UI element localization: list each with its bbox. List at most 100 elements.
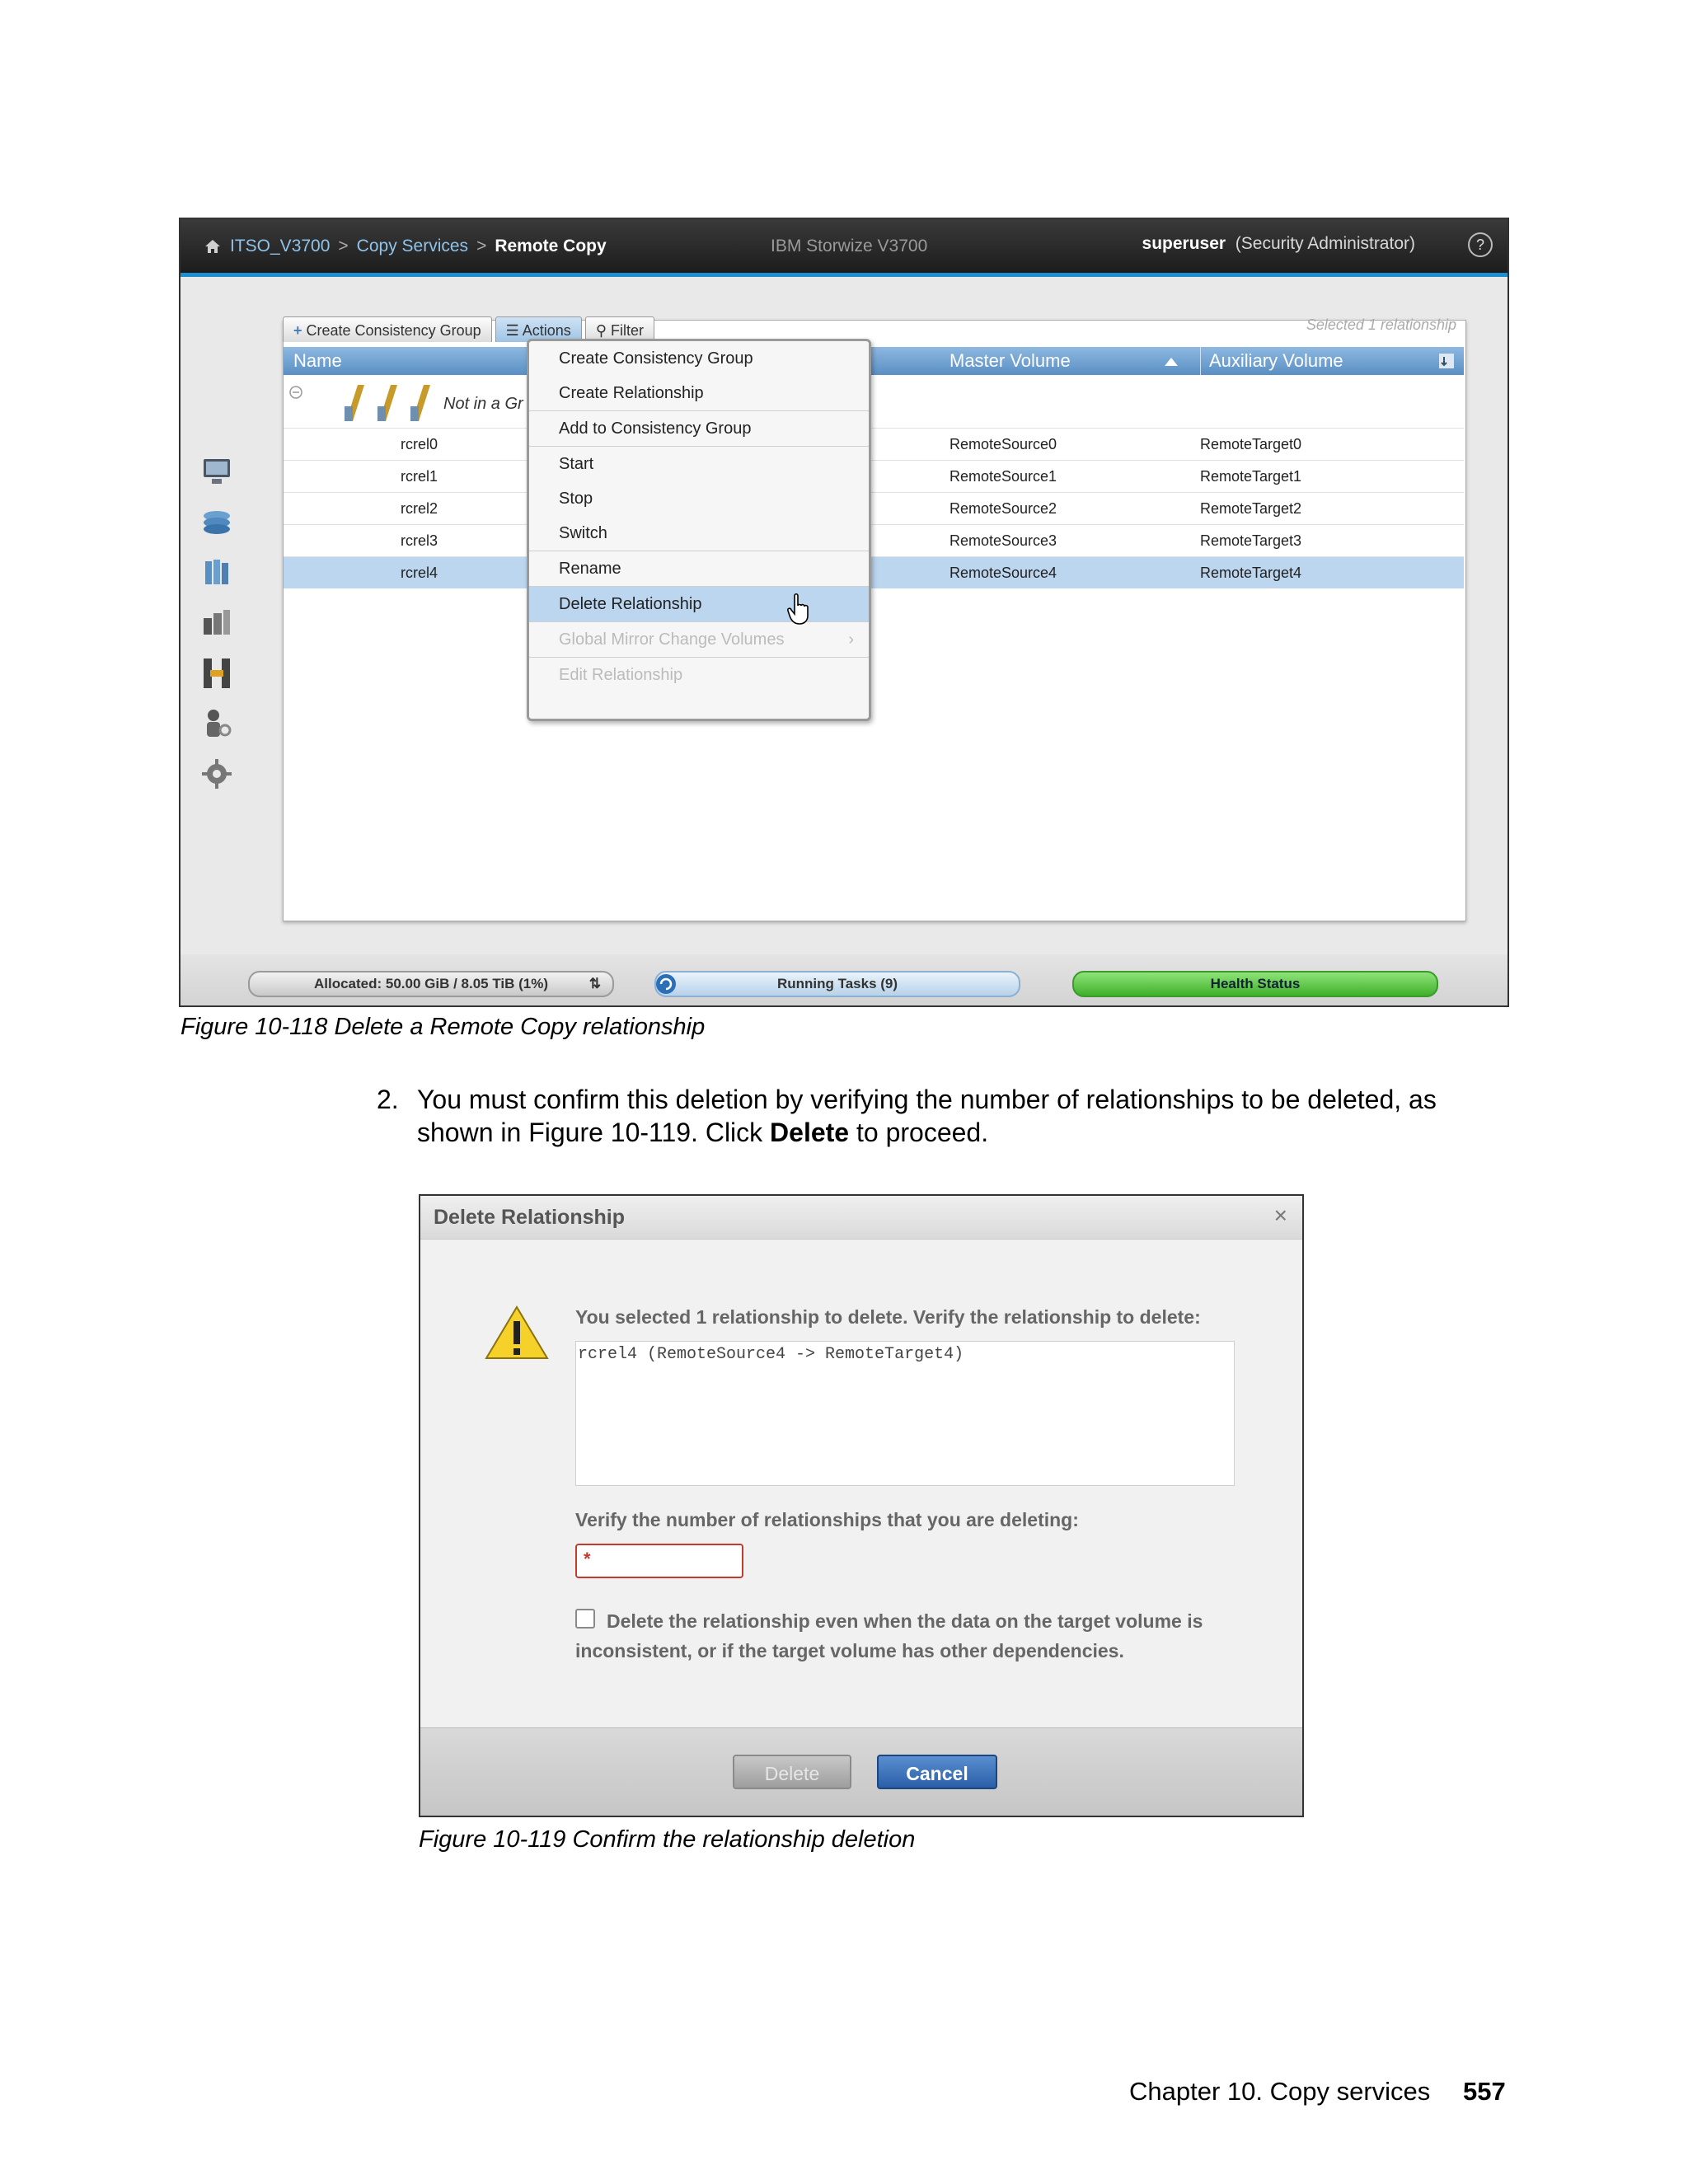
menu-create-consistency-group[interactable]: Create Consistency Group xyxy=(529,341,869,376)
row-master: RemoteSource3 xyxy=(950,532,1057,549)
allocated-text: Allocated: 50.00 GiB / 8.05 TiB (1%) xyxy=(313,976,549,991)
column-name[interactable]: Name xyxy=(293,350,342,372)
create-consistency-group-button[interactable]: + Create Consistency Group xyxy=(283,316,492,342)
collapse-icon[interactable] xyxy=(288,385,303,400)
relationship-list-item: rcrel4 (RemoteSource4 -> RemoteTarget4) xyxy=(578,1345,964,1364)
relationship-list: rcrel4 (RemoteSource4 -> RemoteTarget4) xyxy=(575,1341,1235,1486)
menu-create-relationship[interactable]: Create Relationship xyxy=(529,376,869,410)
search-icon: ⚲ xyxy=(595,322,611,339)
figure-caption: Figure 10-118 Delete a Remote Copy relat… xyxy=(181,1014,706,1040)
breadcrumb: ITSO_V3700 > Copy Services > Remote Copy xyxy=(204,237,607,256)
actions-menu: Create Consistency Group Create Relation… xyxy=(527,339,871,721)
row-name: rcrel1 xyxy=(401,468,438,485)
plus-icon: + xyxy=(293,322,307,339)
row-name: rcrel0 xyxy=(401,436,438,452)
running-tasks-status[interactable]: Running Tasks (9) xyxy=(654,971,1020,997)
user-info[interactable]: superuser (Security Administrator) xyxy=(1142,234,1415,254)
table-header: Name Master Volume Auxiliary Volume xyxy=(284,347,1464,375)
row-master: RemoteSource4 xyxy=(950,565,1057,581)
row-name: rcrel2 xyxy=(401,500,438,517)
row-aux: RemoteTarget0 xyxy=(1200,436,1302,452)
required-marker: * xyxy=(584,1549,591,1569)
column-master-volume[interactable]: Master Volume xyxy=(950,350,1071,372)
navigation-sidebar xyxy=(199,454,248,806)
row-master: RemoteSource0 xyxy=(950,436,1057,452)
table-row-selected[interactable]: rcrel4 RemoteSource4 RemoteTarget4 xyxy=(284,556,1464,588)
refresh-icon xyxy=(656,974,676,994)
delete-relationship-dialog: Delete Relationship × You selected 1 rel… xyxy=(419,1194,1304,1817)
menu-edit-relationship[interactable]: Edit Relationship xyxy=(529,657,869,692)
access-icon[interactable] xyxy=(199,705,235,742)
force-delete-label: Delete the relationship even when the da… xyxy=(575,1610,1203,1661)
top-bar: ITSO_V3700 > Copy Services > Remote Copy… xyxy=(181,219,1507,277)
monitoring-icon[interactable] xyxy=(199,454,235,490)
column-picker-icon[interactable] xyxy=(1437,352,1456,370)
submenu-arrow-icon: › xyxy=(848,630,854,649)
remote-copy-screenshot: ITSO_V3700 > Copy Services > Remote Copy… xyxy=(179,218,1509,1007)
filter-label: Filter xyxy=(611,322,644,339)
menu-global-mirror-change-volumes[interactable]: Global Mirror Change Volumes › xyxy=(529,621,869,657)
menu-switch[interactable]: Switch xyxy=(529,516,869,551)
consistency-group-row[interactable]: Not in a Gr xyxy=(284,377,1464,428)
table-row[interactable]: rcrel1 RemoteSource1 RemoteTarget1 xyxy=(284,460,1464,492)
dialog-title: Delete Relationship xyxy=(434,1206,625,1229)
breadcrumb-separator: > xyxy=(476,237,487,255)
user-role: (Security Administrator) xyxy=(1235,234,1415,253)
home-icon[interactable] xyxy=(204,238,222,255)
allocated-status[interactable]: Allocated: 50.00 GiB / 8.05 TiB (1%) ⇅ xyxy=(248,971,614,997)
row-aux: RemoteTarget1 xyxy=(1200,468,1302,485)
group-label: Not in a Gr xyxy=(443,395,523,413)
toggle-arrows-icon: ⇅ xyxy=(588,976,601,991)
pools-icon[interactable] xyxy=(199,504,235,541)
copy-services-icon[interactable] xyxy=(199,655,235,691)
settings-icon[interactable] xyxy=(199,756,235,792)
table-row[interactable]: rcrel3 RemoteSource3 RemoteTarget3 xyxy=(284,524,1464,556)
menu-global-mirror-label: Global Mirror Change Volumes xyxy=(559,630,785,649)
breadcrumb-current: Remote Copy xyxy=(495,237,607,255)
hosts-icon[interactable] xyxy=(199,605,235,641)
help-icon[interactable]: ? xyxy=(1468,232,1493,257)
force-delete-checkbox[interactable] xyxy=(575,1609,595,1629)
relationship-table: rcrel0 RemoteSource0 RemoteTarget0 rcrel… xyxy=(284,428,1464,588)
selection-count: Selected 1 relationship xyxy=(1306,316,1456,333)
menu-delete-relationship[interactable]: Delete Relationship xyxy=(529,586,869,621)
row-aux: RemoteTarget2 xyxy=(1200,500,1302,517)
row-name: rcrel4 xyxy=(401,565,438,581)
product-name: IBM Storwize V3700 xyxy=(771,237,928,255)
close-icon[interactable]: × xyxy=(1274,1202,1287,1229)
delete-button[interactable]: Delete xyxy=(733,1755,851,1789)
running-tasks-text: Running Tasks (9) xyxy=(776,976,898,991)
row-name: rcrel3 xyxy=(401,532,438,549)
breadcrumb-separator: > xyxy=(338,237,349,255)
relationship-group-icon xyxy=(345,385,430,421)
actions-label: Actions xyxy=(522,322,571,339)
page-number: 557 xyxy=(1463,2077,1506,2106)
figure-caption: Figure 10-119 Confirm the relationship d… xyxy=(419,1826,916,1853)
table-row[interactable]: rcrel0 RemoteSource0 RemoteTarget0 xyxy=(284,428,1464,460)
step-text-bold: Delete xyxy=(770,1118,850,1147)
volumes-icon[interactable] xyxy=(199,555,235,591)
menu-rename[interactable]: Rename xyxy=(529,551,869,586)
sort-ascending-icon[interactable] xyxy=(1164,357,1179,367)
hand-cursor-icon xyxy=(787,593,809,625)
table-row[interactable]: rcrel2 RemoteSource2 RemoteTarget2 xyxy=(284,492,1464,524)
chapter-footer: Chapter 10. Copy services xyxy=(1129,2077,1431,2106)
verify-count-input[interactable]: * xyxy=(575,1544,743,1578)
row-master: RemoteSource1 xyxy=(950,468,1057,485)
dialog-title-bar: Delete Relationship × xyxy=(420,1196,1302,1240)
dialog-footer: Delete Cancel xyxy=(420,1727,1302,1816)
menu-add-to-consistency-group[interactable]: Add to Consistency Group xyxy=(529,410,869,446)
create-consistency-group-label: Create Consistency Group xyxy=(306,322,481,339)
health-status[interactable]: Health Status xyxy=(1072,971,1438,997)
step-number: 2. xyxy=(377,1085,399,1114)
cancel-button[interactable]: Cancel xyxy=(877,1755,997,1789)
list-icon: ☰ xyxy=(505,322,523,339)
menu-stop[interactable]: Stop xyxy=(529,481,869,516)
verify-label: Verify the number of relationships that … xyxy=(575,1509,1079,1530)
menu-start[interactable]: Start xyxy=(529,446,869,481)
column-auxiliary-volume[interactable]: Auxiliary Volume xyxy=(1200,347,1343,375)
breadcrumb-system[interactable]: ITSO_V3700 xyxy=(230,237,330,256)
row-master: RemoteSource2 xyxy=(950,500,1057,517)
breadcrumb-copy-services[interactable]: Copy Services xyxy=(357,237,468,256)
dialog-message: You selected 1 relationship to delete. V… xyxy=(575,1306,1201,1328)
